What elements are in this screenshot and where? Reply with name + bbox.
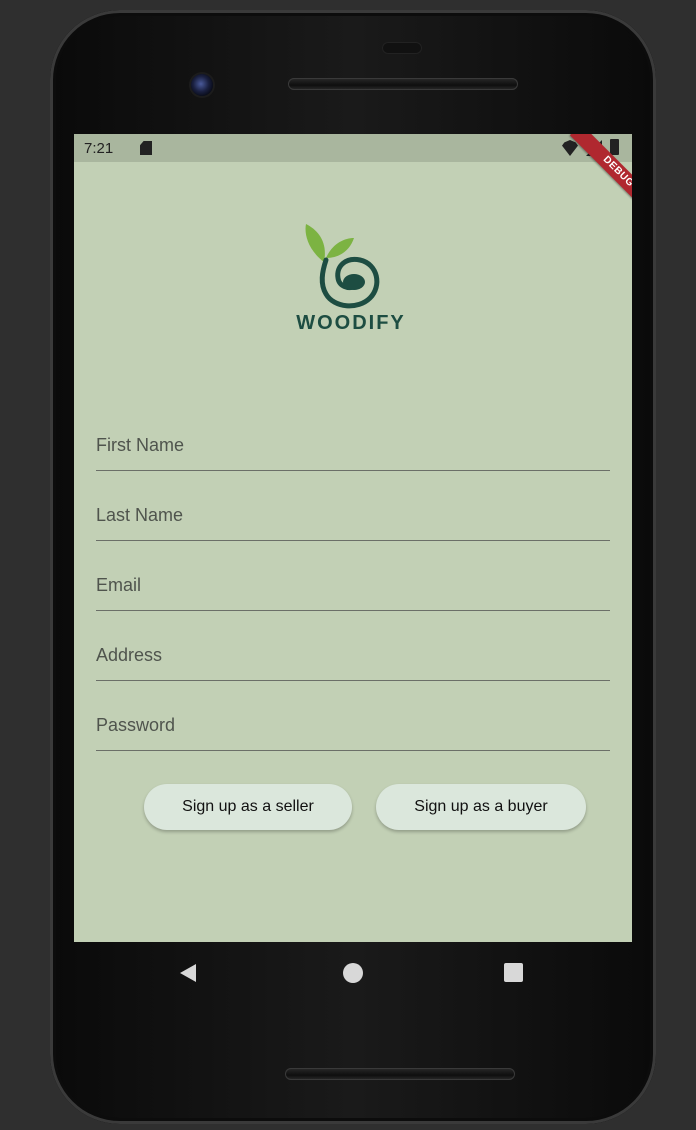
front-camera [191,74,213,96]
first-name-field-wrapper [96,420,610,471]
woodify-logo: WOODIFY [286,220,416,340]
sign-up-seller-button[interactable]: Sign up as a seller [144,784,352,830]
proximity-sensor [382,42,422,54]
sprout-logo-icon [305,224,380,309]
address-input[interactable] [96,630,610,680]
address-field-wrapper [96,630,610,681]
email-input[interactable] [96,560,610,610]
earpiece-speaker [288,78,518,90]
password-input[interactable] [96,700,610,750]
recents-square-icon[interactable] [504,963,523,982]
back-triangle-icon[interactable] [180,964,196,982]
last-name-input[interactable] [96,490,610,540]
status-time: 7:21 [84,140,114,157]
last-name-field-wrapper [96,490,610,541]
wifi-icon [562,140,578,156]
home-circle-icon[interactable] [343,963,363,983]
system-navigation-bar [74,942,632,1002]
status-bar: 7:21 [74,134,632,162]
app-screen: 7:21 DEBUG WOODIFY Sign up as a seller S… [74,134,632,942]
battery-icon [610,139,619,155]
password-field-wrapper [96,700,610,751]
first-name-input[interactable] [96,420,610,470]
sign-up-buyer-button[interactable]: Sign up as a buyer [376,784,586,830]
brand-name: WOODIFY [296,312,406,334]
email-field-wrapper [96,560,610,611]
bottom-speaker [285,1068,515,1080]
sd-card-icon [140,141,152,155]
